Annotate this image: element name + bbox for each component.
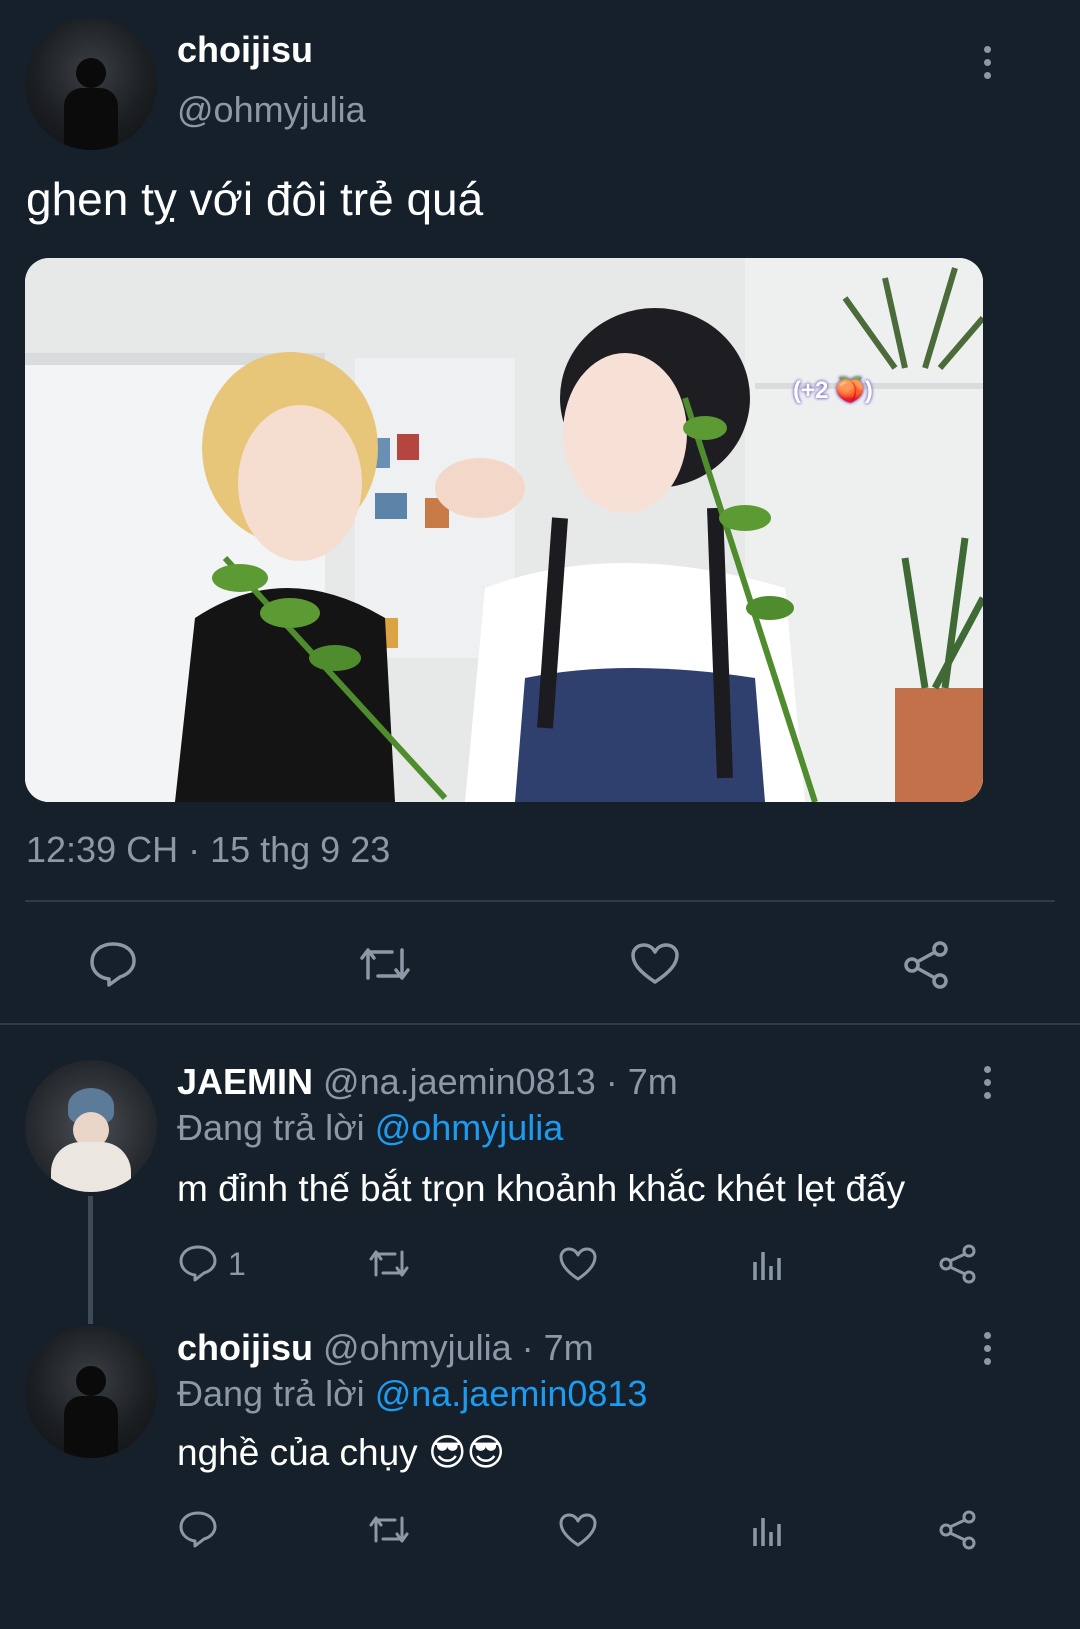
more-options-icon[interactable] — [980, 46, 994, 79]
more-options-icon[interactable] — [980, 1066, 994, 1099]
reply-display-name[interactable]: JAEMIN — [177, 1061, 313, 1102]
reply-icon[interactable] — [178, 1244, 218, 1282]
retweet-icon[interactable] — [366, 1512, 412, 1548]
author-handle[interactable]: @ohmyjulia — [177, 88, 366, 132]
author-avatar[interactable] — [25, 18, 157, 150]
avatar-figure — [76, 58, 106, 88]
tweet-timestamp[interactable]: 12:39 CH · 15 thg 9 23 — [26, 828, 390, 872]
author-display-name[interactable]: choijisu — [177, 28, 313, 72]
media-illustration — [25, 258, 983, 802]
heart-icon[interactable] — [558, 1246, 598, 1282]
analytics-icon[interactable] — [752, 1248, 784, 1282]
heart-icon[interactable] — [630, 942, 680, 986]
reply-count: 1 — [228, 1246, 246, 1282]
reply-avatar[interactable] — [25, 1326, 157, 1458]
replying-to-link[interactable]: @ohmyjulia — [375, 1107, 564, 1148]
reply-meta[interactable]: @na.jaemin0813 · 7m — [323, 1061, 678, 1102]
share-icon[interactable] — [938, 1510, 978, 1550]
reply-text: m đỉnh thế bắt trọn khoảnh khắc khét lẹt… — [177, 1168, 906, 1209]
replying-to-link[interactable]: @na.jaemin0813 — [375, 1373, 648, 1414]
media-overlay-caption: (+2 🍑) — [793, 377, 873, 404]
reply-meta[interactable]: @ohmyjulia · 7m — [323, 1327, 594, 1368]
share-icon[interactable] — [938, 1244, 978, 1284]
more-options-icon[interactable] — [980, 1332, 994, 1365]
analytics-icon[interactable] — [752, 1514, 784, 1548]
reply-header: choijisu @ohmyjulia · 7m — [177, 1326, 594, 1370]
replying-to-prefix: Đang trả lời — [177, 1373, 365, 1414]
reply-display-name[interactable]: choijisu — [177, 1327, 313, 1368]
reply-header: JAEMIN @na.jaemin0813 · 7m — [177, 1060, 678, 1104]
avatar-body — [51, 1142, 131, 1192]
retweet-icon[interactable] — [366, 1246, 412, 1282]
share-icon[interactable] — [902, 940, 952, 990]
replying-to-prefix: Đang trả lời — [177, 1107, 365, 1148]
reply-icon[interactable] — [88, 940, 138, 988]
tweet-text: ghen tỵ với đôi trẻ quá — [26, 173, 484, 225]
reply-icon[interactable] — [178, 1510, 218, 1548]
heart-icon[interactable] — [558, 1512, 598, 1548]
avatar-body — [64, 1396, 118, 1458]
replying-to-line: Đang trả lời @na.jaemin0813 — [177, 1372, 647, 1416]
divider — [0, 1023, 1080, 1025]
retweet-icon[interactable] — [356, 942, 414, 986]
tweet-media-image[interactable]: (+2 🍑) — [25, 258, 983, 802]
avatar-body — [64, 88, 118, 150]
reply-text: nghề của chụy 😎😎 — [177, 1432, 506, 1473]
reply-avatar[interactable] — [25, 1060, 157, 1192]
replying-to-line: Đang trả lời @ohmyjulia — [177, 1106, 563, 1150]
divider — [25, 900, 1055, 902]
avatar-figure — [76, 1366, 106, 1396]
thread-line — [88, 1196, 93, 1324]
